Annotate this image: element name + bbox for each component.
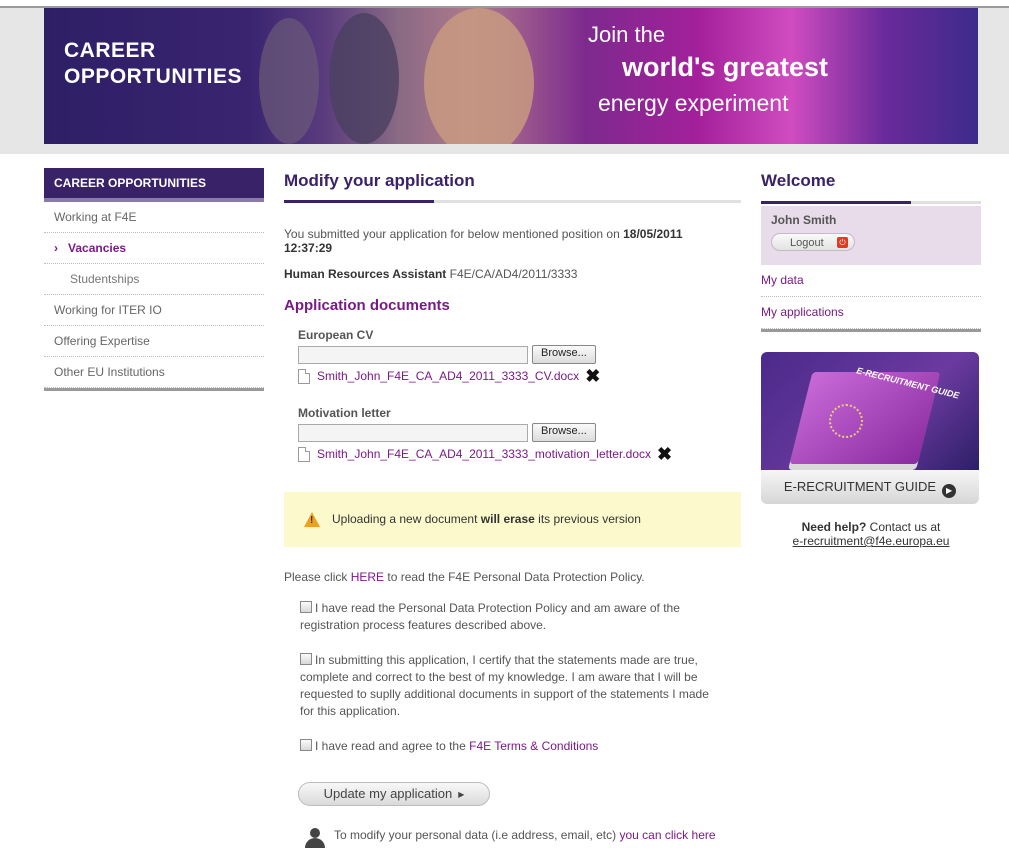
motivation-upload-section: Motivation letter Browse... Smith_John_F… (298, 406, 741, 463)
document-icon (298, 446, 310, 462)
person-icon (304, 828, 326, 848)
title-underline (284, 200, 741, 203)
nav-item-label: Vacancies (68, 241, 127, 255)
policy-here-link[interactable]: HERE (351, 570, 384, 584)
warning-text: Uploading a new document will erase its … (332, 512, 641, 526)
nav-item-working-at-f4e[interactable]: Working at F4E (44, 202, 264, 233)
help-block: Need help? Contact us at e-recruitment@f… (792, 520, 950, 548)
cv-browse-button[interactable]: Browse... (532, 345, 596, 364)
right-bottom-rule (761, 329, 981, 332)
nav-item-vacancies[interactable]: › Vacancies (44, 233, 264, 264)
banner-person-figure (259, 18, 319, 144)
stars-seal-icon (829, 404, 863, 438)
cv-label: European CV (298, 328, 374, 342)
welcome-underline (761, 201, 981, 204)
help-email-link[interactable]: e-recruitment@f4e.europa.eu (793, 534, 950, 548)
banner-title-line2: OPPORTUNITIES (64, 65, 243, 88)
user-box: John Smith Logout ⏻ (761, 206, 981, 265)
nav-item-label: Working for ITER IO (54, 303, 162, 317)
banner-join-line3: energy experiment (598, 90, 789, 116)
user-name: John Smith (771, 213, 837, 227)
page-title: Modify your application (284, 171, 475, 190)
welcome-title: Welcome (761, 171, 836, 190)
policy-line: Please click HERE to read the F4E Person… (284, 570, 645, 584)
cv-file-input[interactable] (298, 345, 528, 364)
banner-title-line1: CAREER (64, 39, 156, 62)
delete-cv-icon[interactable]: ✖ (585, 367, 600, 385)
banner-woman-figure (424, 8, 534, 144)
nav-item-label: Working at F4E (54, 210, 137, 224)
banner-join-line2: world's greatest (622, 52, 828, 82)
motivation-file-link[interactable]: Smith_John_F4E_CA_AD4_2011_3333_motivati… (317, 447, 651, 461)
nav-item-label: Studentships (70, 272, 140, 286)
personal-data-link[interactable]: you can click here (619, 828, 715, 842)
nav-item-label: Offering Expertise (54, 334, 150, 348)
position-info: Human Resources Assistant F4E/CA/AD4/201… (284, 267, 741, 281)
checkbox-item: I have read and agree to the F4E Terms &… (300, 738, 720, 755)
nav-item-working-for-iter-io[interactable]: Working for ITER IO (44, 295, 264, 326)
terms-checkbox[interactable] (300, 739, 312, 751)
checkbox-label: I have read and agree to the (315, 739, 466, 753)
position-title: Human Resources Assistant (284, 267, 447, 281)
erecruitment-guide-card[interactable]: E-RECRUITMENT GUIDE E-RECRUITMENT GUIDE ▶ (761, 352, 979, 504)
logout-button[interactable]: Logout ⏻ (771, 233, 855, 251)
nav-item-studentships[interactable]: Studentships (44, 264, 264, 295)
certify-checkbox[interactable] (300, 653, 312, 665)
guide-button[interactable]: E-RECRUITMENT GUIDE ▶ (761, 470, 979, 504)
personal-data-line: To modify your personal data (i.e addres… (304, 828, 716, 848)
checkbox-label: In submitting this application, I certif… (300, 653, 709, 718)
policy-checkbox[interactable] (300, 601, 312, 613)
submission-date: 18/05/2011 (623, 227, 683, 241)
cv-file-link[interactable]: Smith_John_F4E_CA_AD4_2011_3333_CV.docx (317, 369, 579, 383)
warning-icon: ! (304, 512, 320, 527)
motivation-browse-button[interactable]: Browse... (532, 423, 596, 442)
my-applications-link[interactable]: My applications (761, 297, 981, 329)
warning-box: ! Uploading a new document will erase it… (284, 492, 741, 547)
right-sidebar: Welcome John Smith Logout ⏻ My data My a… (761, 168, 981, 548)
left-nav: CAREER OPPORTUNITIES Working at F4E › Vac… (44, 168, 264, 391)
update-application-button[interactable]: Update my application ▶ (298, 782, 490, 806)
power-icon: ⏻ (837, 237, 848, 248)
documents-heading: Application documents (284, 297, 450, 314)
chevron-right-icon: › (54, 241, 58, 255)
checkbox-item: In submitting this application, I certif… (300, 652, 720, 720)
document-icon (298, 368, 310, 384)
banner-area: CAREER OPPORTUNITIES Join the world's gr… (0, 8, 1009, 154)
left-nav-bottom-rule (44, 388, 264, 391)
left-nav-header: CAREER OPPORTUNITIES (44, 168, 264, 202)
position-reference: F4E/CA/AD4/2011/3333 (449, 267, 578, 281)
play-arrow-icon: ▶ (458, 790, 465, 799)
submission-info: You submitted your application for below… (284, 227, 741, 255)
delete-motivation-icon[interactable]: ✖ (657, 445, 672, 463)
banner-person-figure (329, 13, 399, 144)
banner-title: CAREER OPPORTUNITIES (64, 38, 242, 90)
cv-upload-section: European CV Browse... Smith_John_F4E_CA_… (298, 328, 741, 385)
guide-book-image: E-RECRUITMENT GUIDE (761, 352, 979, 470)
checkbox-item: I have read the Personal Data Protection… (300, 600, 720, 634)
motivation-file-input[interactable] (298, 423, 528, 442)
nav-item-label: Other EU Institutions (54, 365, 165, 379)
career-banner: CAREER OPPORTUNITIES Join the world's gr… (44, 8, 978, 144)
checkbox-label: I have read the Personal Data Protection… (300, 601, 680, 632)
submission-text: You submitted your application for below… (284, 227, 620, 241)
submission-time: 12:37:29 (284, 241, 333, 255)
nav-item-offering-expertise[interactable]: Offering Expertise (44, 326, 264, 357)
main-content: Modify your application You submitted yo… (284, 168, 741, 848)
terms-link[interactable]: F4E Terms & Conditions (469, 739, 598, 753)
nav-item-other-eu-institutions[interactable]: Other EU Institutions (44, 357, 264, 388)
banner-join-line1: Join the (588, 22, 666, 47)
play-circle-icon: ▶ (942, 484, 957, 498)
motivation-label: Motivation letter (298, 406, 391, 420)
my-data-link[interactable]: My data (761, 265, 981, 297)
